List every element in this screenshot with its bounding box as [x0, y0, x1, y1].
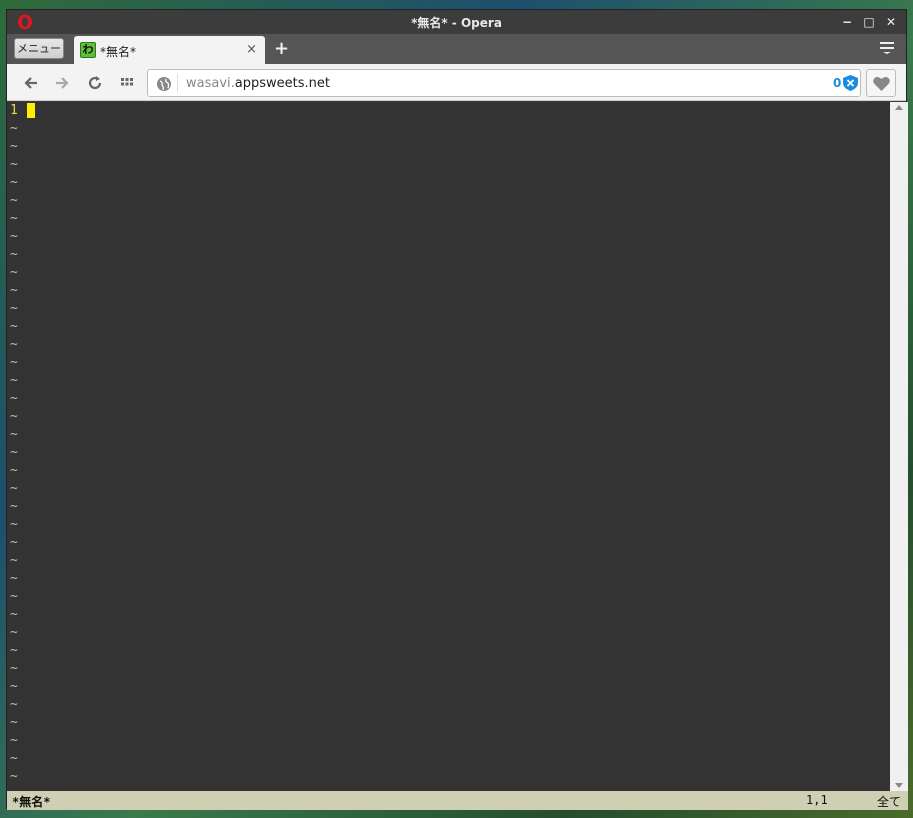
empty-line-marker: ~	[10, 409, 18, 424]
address-divider	[177, 74, 178, 92]
editor-lines: 1 ~ ~ ~ ~ ~ ~ ~ ~ ~ ~ ~ ~ ~ ~ ~ ~ ~ ~ ~ ~ ~ ~ ~ ~ ~ ~ ~ ~ ~ ~ ~ ~ ~ ~ ~ ~ ~	[10, 102, 18, 786]
empty-line-marker: ~	[10, 679, 18, 694]
forward-arrow-icon[interactable]	[52, 73, 72, 93]
empty-line-marker: ~	[10, 193, 18, 208]
maximize-button[interactable]: □	[860, 13, 878, 31]
empty-line-marker: ~	[10, 301, 18, 316]
title-bar[interactable]: *無名* - Opera − □ ✕	[7, 10, 906, 34]
tab-menu-icon[interactable]	[880, 42, 894, 54]
empty-line-marker: ~	[10, 319, 18, 334]
grid-icon[interactable]	[117, 73, 137, 93]
empty-line-marker: ~	[10, 139, 18, 154]
vi-editor[interactable]: 1 ~ ~ ~ ~ ~ ~ ~ ~ ~ ~ ~ ~ ~ ~ ~ ~ ~ ~ ~ ~ ~ ~ ~ ~ ~ ~ ~ ~ ~ ~ ~ ~ ~ ~ ~ ~ ~	[7, 102, 890, 791]
empty-line-marker: ~	[10, 247, 18, 262]
empty-line-marker: ~	[10, 643, 18, 658]
status-filename: *無名*	[12, 795, 51, 809]
empty-line-marker: ~	[10, 445, 18, 460]
wasavi-favicon-icon: わ	[80, 42, 96, 58]
empty-line-marker: ~	[10, 355, 18, 370]
window-title: *無名* - Opera	[411, 16, 502, 30]
new-tab-button[interactable]: +	[274, 38, 289, 59]
empty-line-marker: ~	[10, 535, 18, 550]
vertical-scrollbar[interactable]	[890, 102, 908, 791]
empty-line-marker: ~	[10, 229, 18, 244]
empty-line-marker: ~	[10, 463, 18, 478]
shield-icon[interactable]	[843, 75, 858, 91]
empty-line-marker: ~	[10, 553, 18, 568]
status-line: *無名* 1,1 全て	[7, 791, 908, 810]
empty-line-marker: ~	[10, 373, 18, 388]
bookmark-button[interactable]	[866, 69, 896, 97]
browser-window: *無名* - Opera − □ ✕ メニュー わ *無名* × + wasav…	[6, 9, 908, 810]
empty-line-marker: ~	[10, 283, 18, 298]
empty-line-marker: ~	[10, 157, 18, 172]
reload-icon[interactable]	[85, 73, 105, 93]
empty-line-marker: ~	[10, 607, 18, 622]
line-number: 1	[10, 103, 18, 118]
empty-line-marker: ~	[10, 175, 18, 190]
menu-button[interactable]: メニュー	[14, 38, 64, 59]
url-domain: appsweets.net	[234, 76, 330, 91]
tab-active[interactable]: わ *無名* ×	[74, 36, 265, 64]
empty-line-marker: ~	[10, 481, 18, 496]
back-arrow-icon[interactable]	[21, 73, 41, 93]
scroll-down-arrow-icon[interactable]	[895, 783, 903, 788]
scroll-indicator: 全て	[877, 795, 902, 809]
empty-line-marker: ~	[10, 751, 18, 766]
empty-line-marker: ~	[10, 427, 18, 442]
url-text[interactable]: wasavi.appsweets.net	[186, 76, 330, 91]
empty-line-marker: ~	[10, 517, 18, 532]
empty-line-marker: ~	[10, 499, 18, 514]
empty-line-marker: ~	[10, 769, 18, 784]
text-cursor	[27, 103, 35, 118]
navigation-toolbar: wasavi.appsweets.net 0	[7, 64, 906, 101]
empty-line-marker: ~	[10, 625, 18, 640]
empty-line-marker: ~	[10, 121, 18, 136]
tab-close-button[interactable]: ×	[246, 42, 257, 57]
scroll-up-arrow-icon[interactable]	[895, 105, 903, 110]
empty-line-marker: ~	[10, 391, 18, 406]
empty-line-marker: ~	[10, 661, 18, 676]
minimize-button[interactable]: −	[838, 13, 856, 31]
globe-icon[interactable]	[156, 76, 172, 92]
cursor-position: 1,1	[806, 793, 828, 807]
blocked-count: 0	[833, 76, 842, 90]
empty-line-marker: ~	[10, 697, 18, 712]
address-bar[interactable]: wasavi.appsweets.net 0	[147, 69, 861, 97]
url-subdomain: wasavi.	[186, 76, 235, 91]
empty-line-marker: ~	[10, 715, 18, 730]
tab-title: *無名*	[100, 45, 137, 59]
empty-line-marker: ~	[10, 211, 18, 226]
heart-icon	[873, 76, 890, 91]
empty-line-marker: ~	[10, 337, 18, 352]
empty-line-marker: ~	[10, 589, 18, 604]
close-window-button[interactable]: ✕	[882, 13, 900, 31]
empty-line-marker: ~	[10, 733, 18, 748]
tab-bar: メニュー わ *無名* × +	[7, 34, 906, 64]
empty-line-marker: ~	[10, 571, 18, 586]
empty-line-marker: ~	[10, 265, 18, 280]
